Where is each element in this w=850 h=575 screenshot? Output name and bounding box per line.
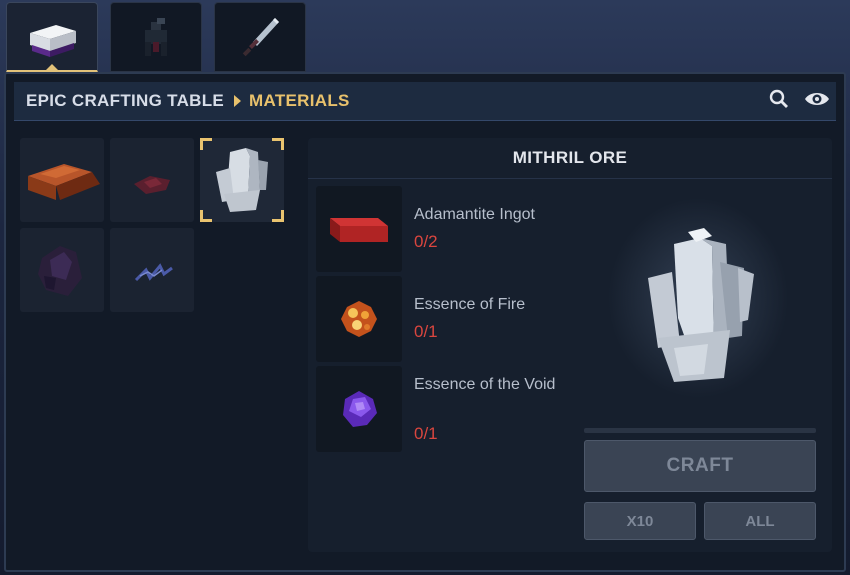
material-slot-red-shard[interactable] [110, 138, 194, 222]
fire-essence-icon [341, 301, 377, 337]
craft-all-button[interactable]: ALL [704, 502, 816, 540]
blue-spark-icon [134, 263, 173, 282]
sword-icon [242, 18, 279, 57]
ingredient-count: 0/2 [414, 232, 438, 251]
selection-corner [200, 210, 212, 222]
crafting-table-icon [30, 24, 76, 57]
ingredient-name: Essence of the Void [414, 376, 556, 393]
red-shard-icon [134, 176, 170, 194]
recipe-detail: MITHRIL ORE Adamantite Ingot 0/2 Essence… [308, 138, 832, 552]
material-slot-adamantite[interactable] [20, 138, 104, 222]
craft-x10-button[interactable]: X10 [584, 502, 696, 540]
panel-header: EPIC CRAFTING TABLE MATERIALS [14, 82, 836, 121]
red-ingot-icon [28, 164, 100, 200]
material-slot-mithril-ore[interactable] [200, 138, 284, 222]
recipe-title: MITHRIL ORE [308, 138, 832, 179]
ingredient-name: Essence of Fire [414, 296, 526, 313]
selection-corner [272, 138, 284, 150]
search-icon[interactable] [768, 88, 790, 110]
tab-creatures[interactable] [110, 2, 202, 72]
ingredient-name: Adamantite Ingot [414, 206, 535, 223]
ingredient-slot[interactable] [316, 276, 402, 362]
crafting-panel: EPIC CRAFTING TABLE MATERIALS MITHRIL OR… [4, 72, 846, 572]
tab-crafting-table[interactable] [6, 2, 98, 72]
ingredient-slot[interactable] [316, 186, 402, 272]
active-tab-indicator [45, 64, 59, 71]
selection-corner [272, 210, 284, 222]
material-slot-void-spark[interactable] [110, 228, 194, 312]
material-slot-void-crystal[interactable] [20, 228, 104, 312]
craft-button[interactable]: CRAFT [584, 440, 816, 492]
ingot-icon [330, 218, 388, 242]
void-essence-icon [343, 391, 377, 427]
breadcrumb-separator-icon [234, 95, 242, 107]
tab-weapons[interactable] [214, 2, 306, 72]
breadcrumb-current: MATERIALS [249, 91, 350, 110]
selection-corner [200, 138, 212, 150]
eye-icon[interactable] [804, 88, 830, 110]
dark-crystal-icon [38, 246, 82, 296]
craft-progress-bar [584, 428, 816, 433]
ingredient-count: 0/1 [414, 424, 438, 443]
ingredient-count: 0/1 [414, 322, 438, 341]
item-preview [608, 198, 788, 398]
mithril-ore-icon [608, 198, 788, 398]
creature-icon [145, 18, 167, 56]
ingredient-slot[interactable] [316, 366, 402, 452]
breadcrumb-root[interactable]: EPIC CRAFTING TABLE [26, 91, 224, 111]
